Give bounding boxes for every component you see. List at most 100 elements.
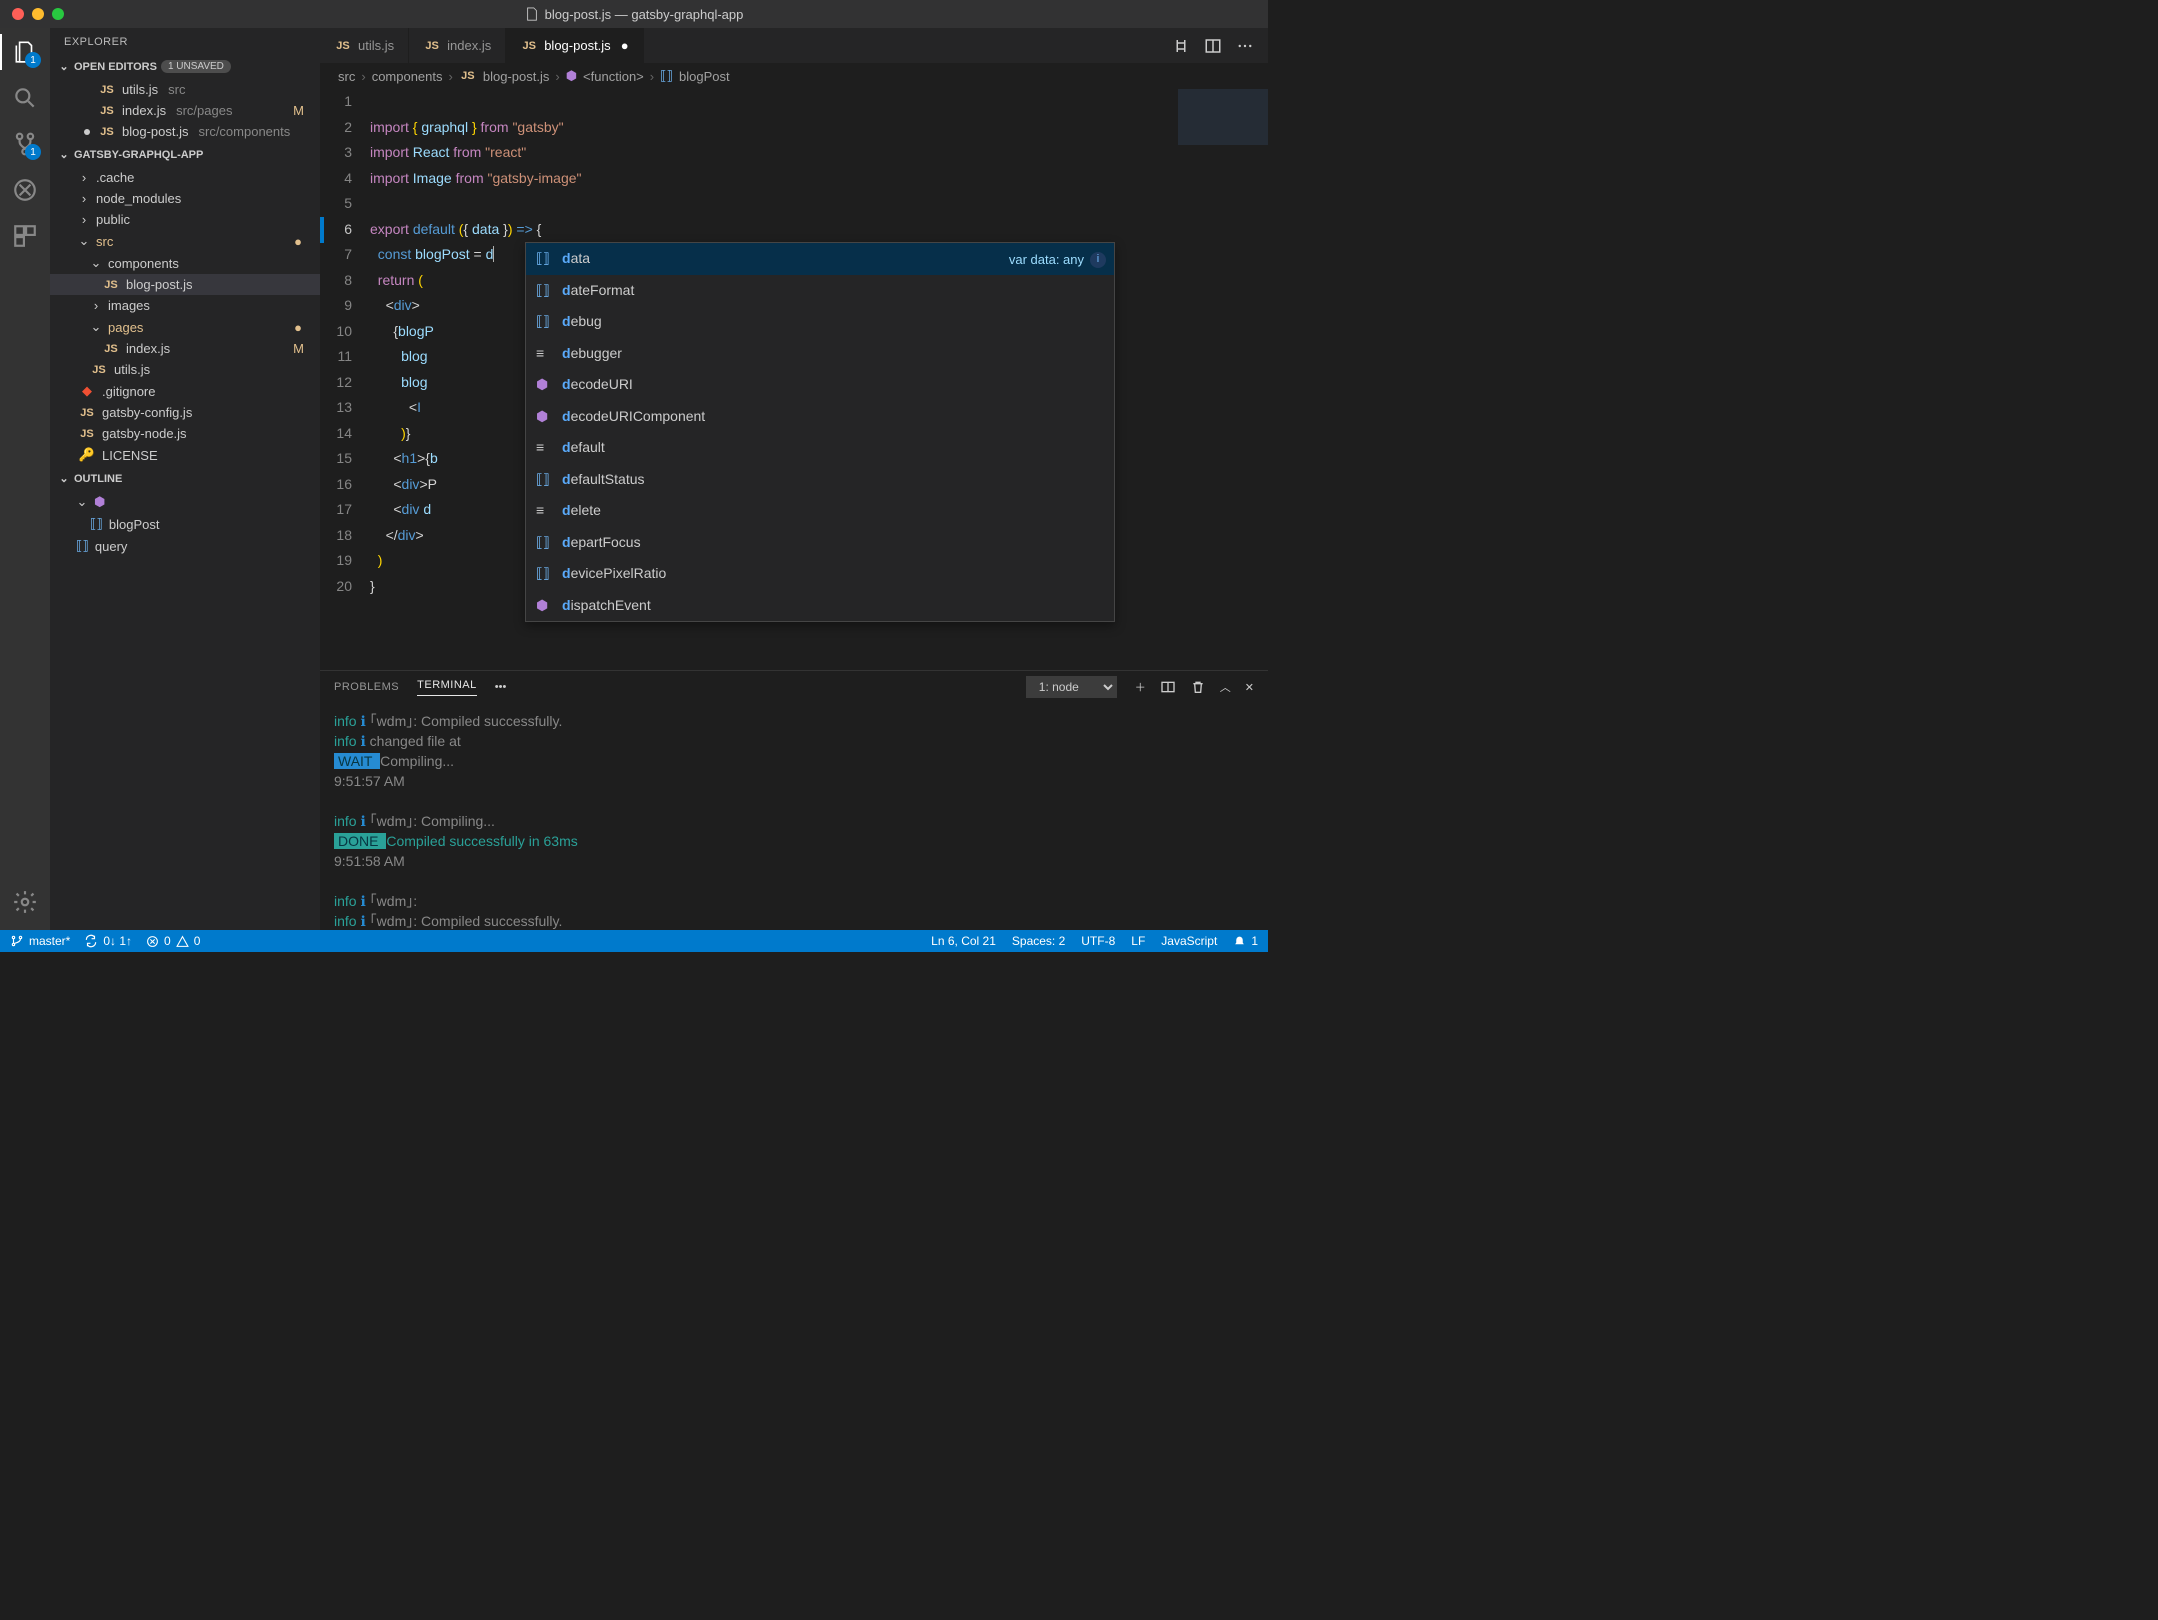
suggest-kind-icon: ⟦⟧: [536, 561, 554, 587]
breadcrumbs[interactable]: src› components› JSblog-post.js› ⬢ <func…: [320, 63, 1268, 89]
js-icon: JS: [102, 279, 120, 291]
suggest-item[interactable]: ⟦⟧departFocus: [526, 527, 1114, 559]
js-icon: JS: [98, 126, 116, 138]
tree-item[interactable]: ◆.gitignore: [50, 380, 320, 402]
outline-item[interactable]: ⌄⬢: [50, 491, 320, 513]
dirty-dot-icon: [84, 129, 90, 135]
tree-item[interactable]: ⌄components: [50, 252, 320, 274]
intellisense-popup[interactable]: var data: anyi ⟦⟧data⟦⟧dateFormat⟦⟧debug…: [525, 242, 1115, 622]
tree-item[interactable]: JSutils.js: [50, 359, 320, 380]
panel-tab-terminal[interactable]: TERMINAL: [417, 679, 477, 696]
terminal-select[interactable]: 1: node: [1026, 676, 1117, 698]
js-icon: JS: [334, 40, 352, 52]
tree-item[interactable]: ⌄pages●: [50, 316, 320, 338]
suggest-item[interactable]: ⟦⟧debug: [526, 306, 1114, 338]
status-cursor[interactable]: Ln 6, Col 21: [931, 934, 996, 948]
js-icon: JS: [459, 70, 477, 82]
status-notifications[interactable]: 1: [1233, 934, 1258, 948]
tree-item[interactable]: ›node_modules: [50, 188, 320, 209]
settings-icon[interactable]: [11, 888, 39, 916]
js-icon: JS: [78, 428, 96, 440]
js-icon: JS: [520, 40, 538, 52]
suggest-item[interactable]: ⬢dispatchEvent: [526, 590, 1114, 622]
suggest-kind-icon: ≡: [536, 341, 554, 367]
maximize-panel-icon[interactable]: ︿: [1220, 679, 1231, 695]
outline-header[interactable]: ⌄OUTLINE: [50, 468, 320, 489]
panel: PROBLEMS TERMINAL ••• 1: node ＋ ︿ ✕: [320, 670, 1268, 930]
close-window[interactable]: [12, 8, 24, 20]
editor-tab[interactable]: JSutils.js: [320, 28, 409, 63]
extensions-icon[interactable]: [11, 222, 39, 250]
info-icon[interactable]: i: [1090, 252, 1106, 268]
js-icon: JS: [102, 343, 120, 355]
project-header[interactable]: ⌄GATSBY-GRAPHQL-APP: [50, 144, 320, 165]
outline-item[interactable]: ⟦⟧blogPost: [50, 513, 320, 535]
suggest-item[interactable]: ⬢decodeURI: [526, 369, 1114, 401]
kill-terminal-icon[interactable]: [1190, 679, 1206, 695]
outline-item[interactable]: ⟦⟧query: [50, 535, 320, 557]
editor-tab[interactable]: JSblog-post.js●: [506, 28, 643, 63]
suggest-item[interactable]: ≡delete: [526, 495, 1114, 527]
status-bar: master* 0↓ 1↑ 0 0 Ln 6, Col 21 Spaces: 2…: [0, 930, 1268, 952]
minimize-window[interactable]: [32, 8, 44, 20]
suggest-kind-icon: ≡: [536, 435, 554, 461]
compare-icon[interactable]: [1172, 37, 1190, 55]
scm-badge: 1: [25, 144, 41, 160]
editor-tab[interactable]: JSindex.js: [409, 28, 506, 63]
open-editor-item[interactable]: JSutils.jssrc: [50, 79, 320, 100]
suggest-item[interactable]: ⟦⟧defaultStatus: [526, 464, 1114, 496]
status-language[interactable]: JavaScript: [1161, 934, 1217, 948]
suggest-item[interactable]: ⟦⟧devicePixelRatio: [526, 558, 1114, 590]
panel-tab-problems[interactable]: PROBLEMS: [334, 681, 399, 693]
tree-item[interactable]: ›.cache: [50, 167, 320, 188]
js-icon: JS: [423, 40, 441, 52]
status-sync[interactable]: 0↓ 1↑: [84, 934, 132, 948]
status-indent[interactable]: Spaces: 2: [1012, 934, 1065, 948]
open-editor-item[interactable]: JSindex.jssrc/pagesM: [50, 100, 320, 121]
explorer-badge: 1: [25, 52, 41, 68]
suggest-item[interactable]: ⬢decodeURIComponent: [526, 401, 1114, 433]
debug-icon[interactable]: [11, 176, 39, 204]
js-icon: JS: [98, 105, 116, 117]
terminal-output[interactable]: info ℹ ｢wdm｣: Compiled successfully.info…: [320, 703, 1268, 930]
maximize-window[interactable]: [52, 8, 64, 20]
status-eol[interactable]: LF: [1131, 934, 1145, 948]
status-branch[interactable]: master*: [10, 934, 70, 948]
sidebar: EXPLORER ⌄OPEN EDITORS 1 UNSAVED JSutils…: [50, 28, 320, 930]
sidebar-title: EXPLORER: [50, 28, 320, 56]
tree-item[interactable]: JSblog-post.js: [50, 274, 320, 295]
unsaved-badge: 1 UNSAVED: [161, 60, 231, 73]
new-terminal-icon[interactable]: ＋: [1135, 679, 1146, 695]
tree-item[interactable]: ⌄src●: [50, 230, 320, 252]
window-title: blog-post.js — gatsby-graphql-app: [525, 7, 744, 22]
split-editor-icon[interactable]: [1204, 37, 1222, 55]
more-icon[interactable]: [1236, 37, 1254, 55]
window-controls: [12, 8, 64, 20]
suggest-kind-icon: ≡: [536, 498, 554, 524]
suggest-kind-icon: ⬢: [536, 404, 554, 430]
js-icon: JS: [98, 84, 116, 96]
close-panel-icon[interactable]: ✕: [1245, 681, 1254, 694]
suggest-kind-icon: ⟦⟧: [536, 530, 554, 556]
tree-item[interactable]: JSindex.jsM: [50, 338, 320, 359]
explorer-icon[interactable]: 1: [11, 38, 39, 66]
open-editors-header[interactable]: ⌄OPEN EDITORS 1 UNSAVED: [50, 56, 320, 77]
minimap[interactable]: [1178, 89, 1268, 229]
suggest-item[interactable]: ≡default: [526, 432, 1114, 464]
tree-item[interactable]: ›public: [50, 209, 320, 230]
status-problems[interactable]: 0 0: [146, 934, 200, 948]
tree-item[interactable]: 🔑LICENSE: [50, 444, 320, 466]
status-encoding[interactable]: UTF-8: [1081, 934, 1115, 948]
tree-item[interactable]: JSgatsby-config.js: [50, 402, 320, 423]
open-editor-item[interactable]: JSblog-post.jssrc/components: [50, 121, 320, 142]
dirty-dot-icon: ●: [621, 38, 629, 53]
split-terminal-icon[interactable]: [1160, 679, 1176, 695]
suggest-item[interactable]: ≡debugger: [526, 338, 1114, 370]
suggest-item[interactable]: ⟦⟧dateFormat: [526, 275, 1114, 307]
code-editor[interactable]: 1234567891011121314151617181920 import {…: [320, 89, 1268, 670]
tree-item[interactable]: JSgatsby-node.js: [50, 423, 320, 444]
tree-item[interactable]: ›images: [50, 295, 320, 316]
source-control-icon[interactable]: 1: [11, 130, 39, 158]
panel-more-icon[interactable]: •••: [495, 681, 507, 693]
search-icon[interactable]: [11, 84, 39, 112]
